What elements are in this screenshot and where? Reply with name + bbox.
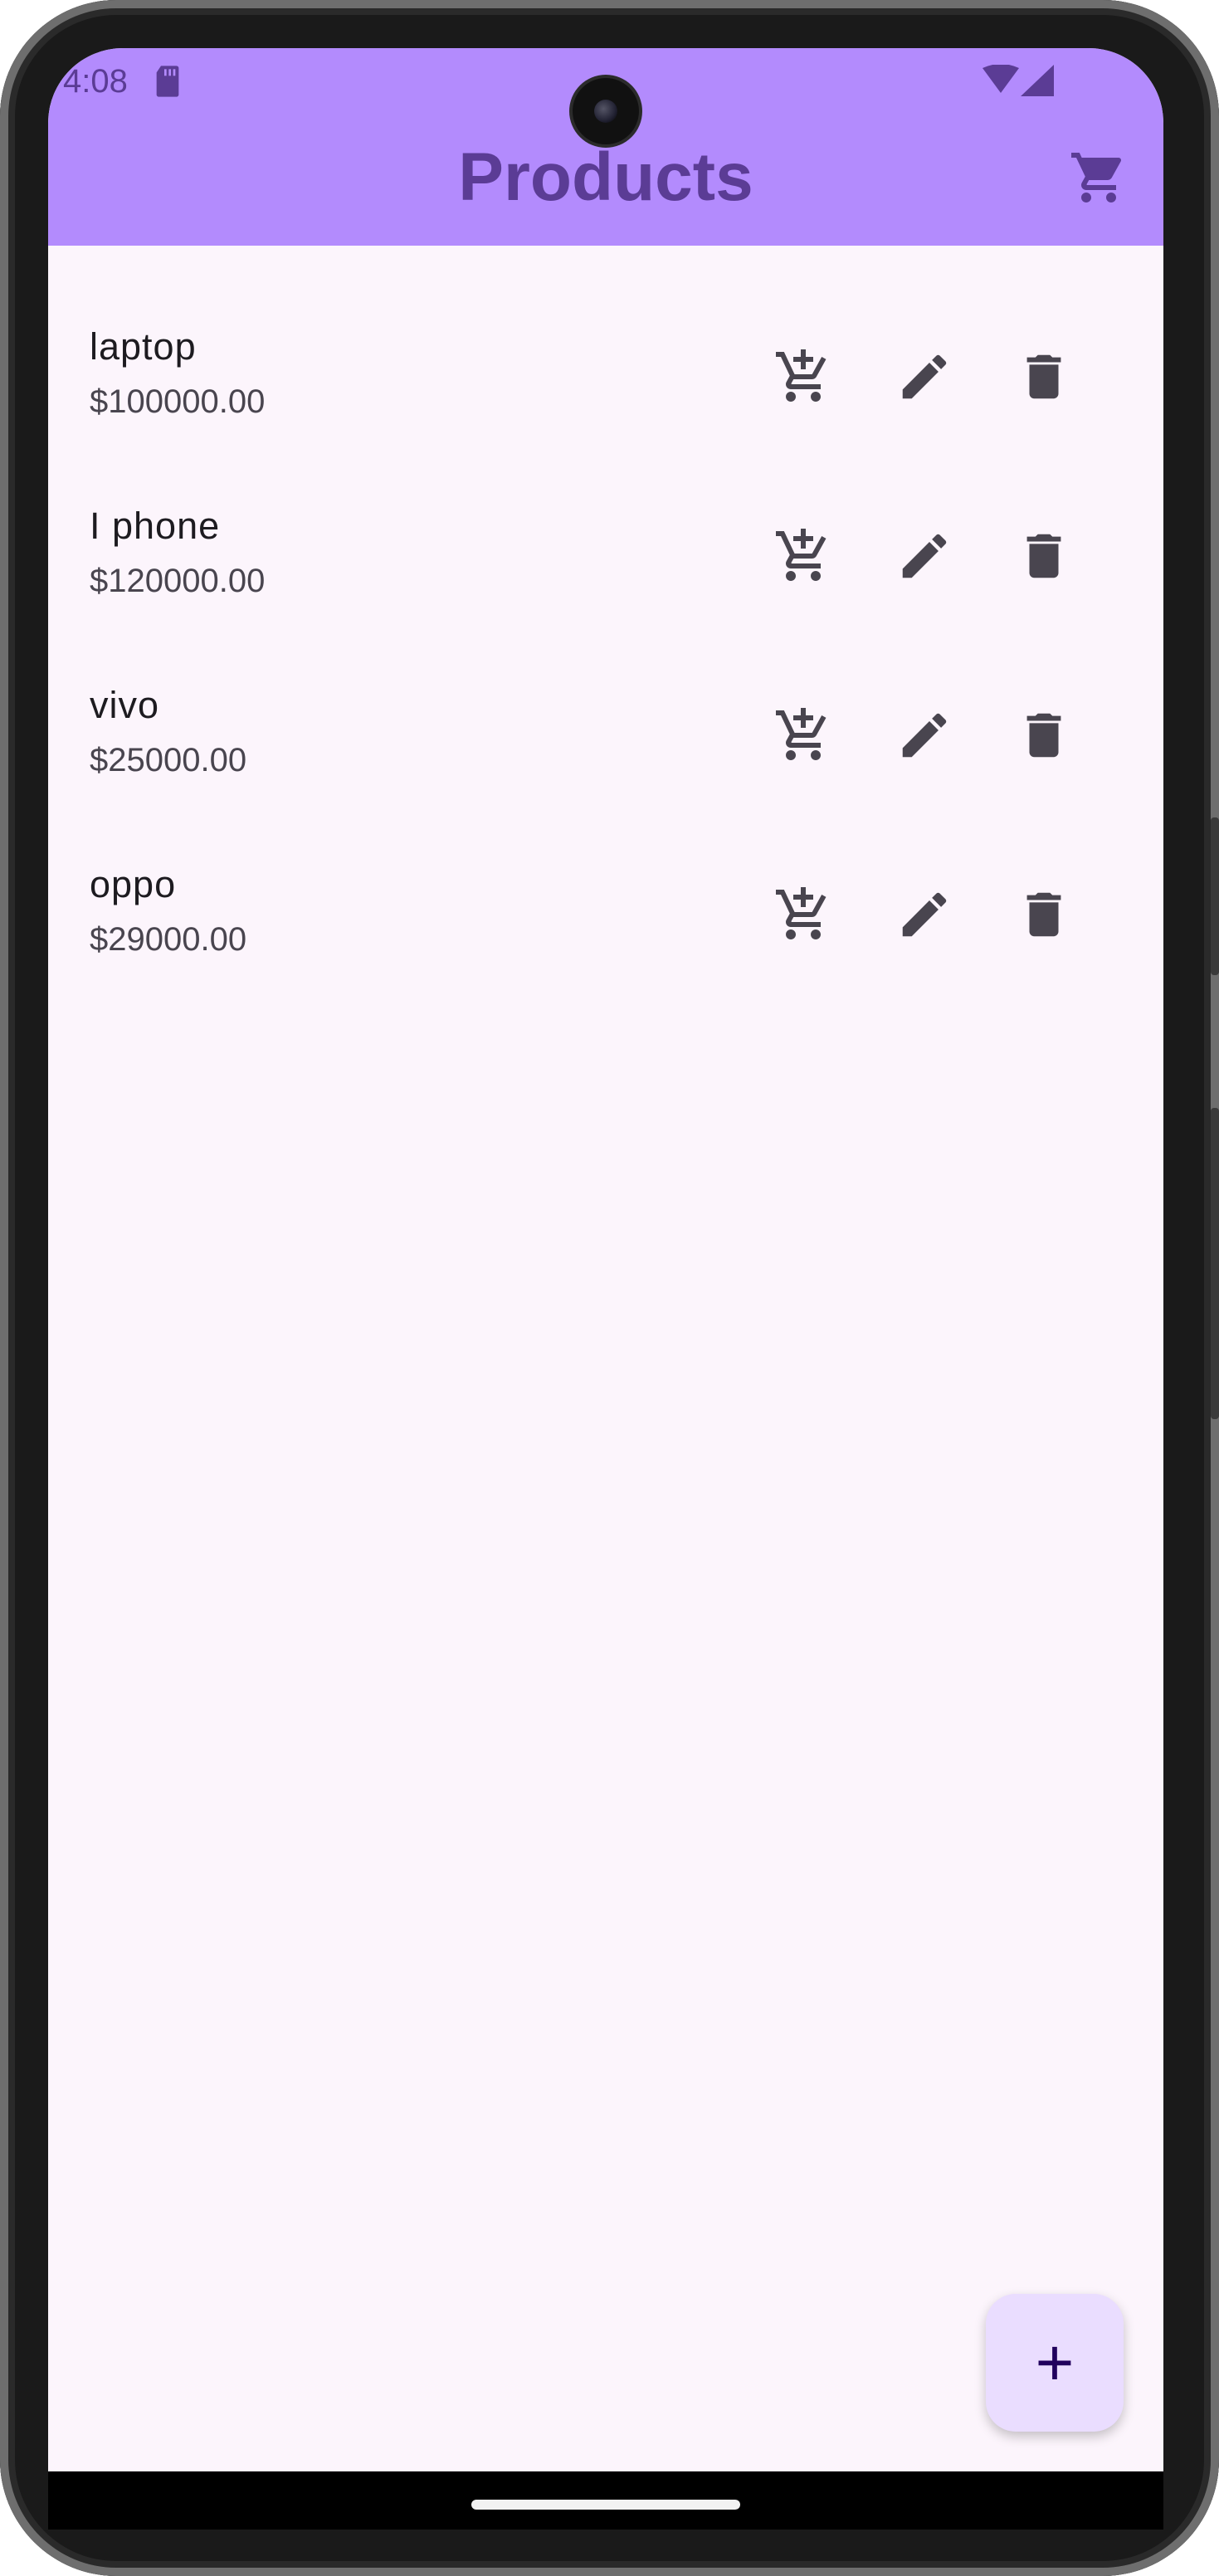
edit-icon: [902, 354, 947, 399]
delete-icon: [1026, 534, 1061, 578]
product-name: I phone: [90, 505, 221, 547]
system-nav-bar: [48, 2471, 1163, 2530]
add-to-cart-button[interactable]: [770, 702, 836, 768]
plus-icon: +: [1035, 2325, 1075, 2399]
product-price: $100000.00: [90, 383, 266, 420]
wifi-icon: [983, 64, 1019, 99]
add-product-fab[interactable]: +: [986, 2294, 1124, 2432]
product-name: vivo: [90, 684, 160, 726]
add-shopping-cart-icon: [776, 529, 826, 581]
delete-icon: [1026, 354, 1061, 399]
product-price: $29000.00: [90, 921, 247, 958]
delete-button[interactable]: [1011, 702, 1077, 768]
add-shopping-cart-icon: [776, 708, 826, 760]
sd-card-icon: [154, 65, 181, 102]
power-button: [1211, 1108, 1219, 1419]
edit-button[interactable]: [891, 881, 958, 948]
delete-button[interactable]: [1011, 523, 1077, 589]
front-camera: [573, 78, 639, 144]
list-item: oppo $29000.00: [48, 828, 1163, 1007]
delete-button[interactable]: [1011, 881, 1077, 948]
signal-icon: [1021, 65, 1054, 100]
list-item: vivo $25000.00: [48, 649, 1163, 828]
edit-button[interactable]: [891, 702, 958, 768]
edit-icon: [902, 892, 947, 937]
add-to-cart-button[interactable]: [770, 523, 836, 589]
product-name: oppo: [90, 863, 177, 905]
shopping-cart-icon: [1071, 153, 1122, 202]
add-shopping-cart-icon: [776, 887, 826, 939]
edit-icon: [902, 713, 947, 758]
delete-icon: [1026, 892, 1061, 937]
add-to-cart-button[interactable]: [770, 344, 836, 410]
delete-button[interactable]: [1011, 344, 1077, 410]
page-title: Products: [458, 139, 753, 215]
volume-button: [1211, 817, 1219, 975]
cart-button[interactable]: [1069, 148, 1129, 207]
product-price: $25000.00: [90, 742, 247, 778]
edit-icon: [902, 534, 947, 578]
edit-button[interactable]: [891, 344, 958, 410]
list-item: I phone $120000.00: [48, 470, 1163, 649]
add-shopping-cart-icon: [776, 349, 826, 402]
home-indicator[interactable]: [471, 2500, 740, 2510]
list-item: laptop $100000.00: [48, 290, 1163, 470]
product-price: $120000.00: [90, 563, 266, 599]
status-time: 4:08: [63, 63, 128, 100]
add-to-cart-button[interactable]: [770, 881, 836, 948]
product-name: laptop: [90, 325, 197, 368]
app-bar: 4:08 Products: [48, 48, 1163, 246]
edit-button[interactable]: [891, 523, 958, 589]
screen: 4:08 Products laptop $100000.00 I phone: [48, 48, 1163, 2471]
delete-icon: [1026, 713, 1061, 758]
